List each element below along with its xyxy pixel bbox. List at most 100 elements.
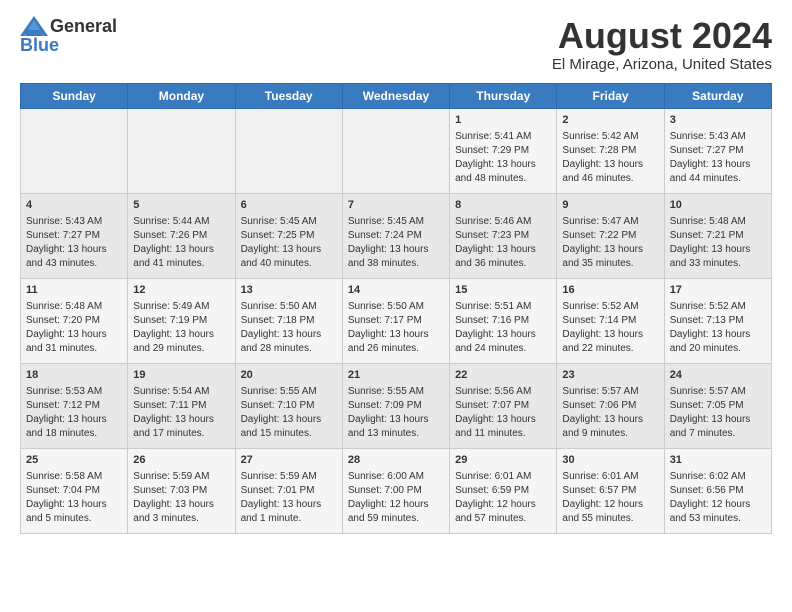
sunset-text: Sunset: 7:03 PM bbox=[133, 485, 207, 496]
daylight-text: Daylight: 13 hours and 43 minutes. bbox=[26, 244, 107, 269]
cell-w3-d5: 16 Sunrise: 5:52 AM Sunset: 7:14 PM Dayligh… bbox=[557, 278, 664, 363]
sunrise-text: Sunrise: 5:56 AM bbox=[455, 386, 531, 397]
sunset-text: Sunset: 7:22 PM bbox=[562, 230, 636, 241]
day-number: 23 bbox=[562, 368, 658, 383]
logo-general-text: General bbox=[50, 17, 117, 35]
sunrise-text: Sunrise: 5:58 AM bbox=[26, 471, 102, 482]
sunrise-text: Sunrise: 5:48 AM bbox=[26, 301, 102, 312]
sunrise-text: Sunrise: 6:00 AM bbox=[348, 471, 424, 482]
sunrise-text: Sunrise: 5:46 AM bbox=[455, 216, 531, 227]
day-number: 19 bbox=[133, 368, 229, 383]
cell-w2-d2: 6Sunrise: 5:45 AMSunset: 7:25 PMDaylight… bbox=[235, 193, 342, 278]
calendar-table: Sunday Monday Tuesday Wednesday Thursday… bbox=[20, 83, 772, 534]
sunset-text: Sunset: 7:01 PM bbox=[241, 485, 315, 496]
sunset-text: Sunset: 7:20 PM bbox=[26, 315, 100, 326]
day-number: 14 bbox=[348, 283, 444, 298]
daylight-text: Daylight: 13 hours and 26 minutes. bbox=[348, 329, 429, 354]
cell-w1-d0 bbox=[21, 108, 128, 193]
logo-blue-text: Blue bbox=[20, 36, 59, 54]
week-row-2: 4Sunrise: 5:43 AMSunset: 7:27 PMDaylight… bbox=[21, 193, 772, 278]
daylight-text: Daylight: 13 hours and 20 minutes. bbox=[670, 329, 751, 354]
cell-w3-d6: 17Sunrise: 5:52 AMSunset: 7:13 PMDayligh… bbox=[664, 278, 771, 363]
daylight-text: Daylight: 13 hours and 48 minutes. bbox=[455, 159, 536, 184]
cell-w2-d1: 5Sunrise: 5:44 AMSunset: 7:26 PMDaylight… bbox=[128, 193, 235, 278]
sunrise-text: Sunrise: 5:55 AM bbox=[241, 386, 317, 397]
sunset-text: Sunset: 7:16 PM bbox=[455, 315, 529, 326]
header-row: Sunday Monday Tuesday Wednesday Thursday… bbox=[21, 83, 772, 108]
daylight-text: Daylight: 13 hours and 15 minutes. bbox=[241, 414, 322, 439]
cell-w5-d2: 27Sunrise: 5:59 AMSunset: 7:01 PMDayligh… bbox=[235, 448, 342, 533]
sunrise-text: Sunrise: 5:52 AM bbox=[562, 301, 638, 312]
sunrise-text: Sunrise: 6:01 AM bbox=[455, 471, 531, 482]
header-saturday: Saturday bbox=[664, 83, 771, 108]
daylight-text: Daylight: 13 hours and 13 minutes. bbox=[348, 414, 429, 439]
daylight-text: Daylight: 12 hours and 53 minutes. bbox=[670, 499, 751, 524]
sunrise-text: Sunrise: 5:45 AM bbox=[241, 216, 317, 227]
calendar-body: 1Sunrise: 5:41 AMSunset: 7:29 PMDaylight… bbox=[21, 108, 772, 533]
header-wednesday: Wednesday bbox=[342, 83, 449, 108]
sunrise-text: Sunrise: 5:59 AM bbox=[133, 471, 209, 482]
sunset-text: Sunset: 7:21 PM bbox=[670, 230, 744, 241]
sunset-text: Sunset: 7:12 PM bbox=[26, 400, 100, 411]
cell-w3-d1: 12Sunrise: 5:49 AMSunset: 7:19 PMDayligh… bbox=[128, 278, 235, 363]
sunrise-text: Sunrise: 5:49 AM bbox=[133, 301, 209, 312]
sunset-text: Sunset: 6:56 PM bbox=[670, 485, 744, 496]
day-number: 21 bbox=[348, 368, 444, 383]
sunrise-text: Sunrise: 5:50 AM bbox=[241, 301, 317, 312]
daylight-text: Daylight: 13 hours and 35 minutes. bbox=[562, 244, 643, 269]
daylight-text: Daylight: 13 hours and 1 minute. bbox=[241, 499, 322, 524]
day-number: 1 bbox=[455, 113, 551, 128]
sunset-text: Sunset: 6:59 PM bbox=[455, 485, 529, 496]
sunset-text: Sunset: 7:27 PM bbox=[26, 230, 100, 241]
day-number: 28 bbox=[348, 453, 444, 468]
sunrise-text: Sunrise: 5:57 AM bbox=[670, 386, 746, 397]
cell-w3-d0: 11Sunrise: 5:48 AMSunset: 7:20 PMDayligh… bbox=[21, 278, 128, 363]
sunrise-text: Sunrise: 5:59 AM bbox=[241, 471, 317, 482]
sunset-text: Sunset: 7:29 PM bbox=[455, 145, 529, 156]
cell-w5-d1: 26Sunrise: 5:59 AMSunset: 7:03 PMDayligh… bbox=[128, 448, 235, 533]
week-row-5: 25Sunrise: 5:58 AMSunset: 7:04 PMDayligh… bbox=[21, 448, 772, 533]
cell-w4-d4: 22Sunrise: 5:56 AMSunset: 7:07 PMDayligh… bbox=[450, 363, 557, 448]
day-number: 26 bbox=[133, 453, 229, 468]
daylight-text: Daylight: 13 hours and 17 minutes. bbox=[133, 414, 214, 439]
cell-w5-d3: 28 Sunrise: 6:00 AM Sunset: 7:00 PM Dayligh… bbox=[342, 448, 449, 533]
daylight-text: Daylight: 13 hours and 36 minutes. bbox=[455, 244, 536, 269]
sunset-text: Sunset: 7:27 PM bbox=[670, 145, 744, 156]
daylight-text: Daylight: 13 hours and 22 minutes. bbox=[562, 329, 643, 354]
sunrise-text: Sunrise: 5:43 AM bbox=[26, 216, 102, 227]
cell-w5-d6: 31Sunrise: 6:02 AMSunset: 6:56 PMDayligh… bbox=[664, 448, 771, 533]
sunset-text: Sunset: 7:18 PM bbox=[241, 315, 315, 326]
sunrise-text: Sunrise: 5:53 AM bbox=[26, 386, 102, 397]
sunrise-text: Sunrise: 5:43 AM bbox=[670, 131, 746, 142]
day-number: 16 bbox=[562, 283, 658, 298]
day-number: 2 bbox=[562, 113, 658, 128]
daylight-text: Daylight: 13 hours and 5 minutes. bbox=[26, 499, 107, 524]
cell-w5-d0: 25Sunrise: 5:58 AMSunset: 7:04 PMDayligh… bbox=[21, 448, 128, 533]
sunrise-text: Sunrise: 6:02 AM bbox=[670, 471, 746, 482]
sunset-text: Sunset: 7:06 PM bbox=[562, 400, 636, 411]
cell-w4-d6: 24Sunrise: 5:57 AMSunset: 7:05 PMDayligh… bbox=[664, 363, 771, 448]
sunset-text: Sunset: 7:28 PM bbox=[562, 145, 636, 156]
cell-w2-d3: 7Sunrise: 5:45 AMSunset: 7:24 PMDaylight… bbox=[342, 193, 449, 278]
sunrise-text: Sunrise: 5:54 AM bbox=[133, 386, 209, 397]
cell-w3-d3: 14Sunrise: 5:50 AMSunset: 7:17 PMDayligh… bbox=[342, 278, 449, 363]
day-number: 25 bbox=[26, 453, 122, 468]
daylight-text: Daylight: 12 hours and 59 minutes. bbox=[348, 499, 429, 524]
daylight-text: Daylight: 13 hours and 38 minutes. bbox=[348, 244, 429, 269]
day-number: 30 bbox=[562, 453, 658, 468]
daylight-text: Daylight: 13 hours and 44 minutes. bbox=[670, 159, 751, 184]
header-thursday: Thursday bbox=[450, 83, 557, 108]
cell-w3-d4: 15Sunrise: 5:51 AMSunset: 7:16 PMDayligh… bbox=[450, 278, 557, 363]
cell-w2-d6: 10Sunrise: 5:48 AMSunset: 7:21 PMDayligh… bbox=[664, 193, 771, 278]
cell-w4-d3: 21Sunrise: 5:55 AMSunset: 7:09 PMDayligh… bbox=[342, 363, 449, 448]
sunrise-text: Sunrise: 5:42 AM bbox=[562, 131, 638, 142]
sunset-text: Sunset: 6:57 PM bbox=[562, 485, 636, 496]
title-area: August 2024 El Mirage, Arizona, United S… bbox=[552, 16, 772, 73]
day-number: 18 bbox=[26, 368, 122, 383]
day-number: 9 bbox=[562, 198, 658, 213]
sunset-text: Sunset: 7:14 PM bbox=[562, 315, 636, 326]
sunset-text: Sunset: 7:00 PM bbox=[348, 485, 422, 496]
header-monday: Monday bbox=[128, 83, 235, 108]
sunset-text: Sunset: 7:09 PM bbox=[348, 400, 422, 411]
day-number: 20 bbox=[241, 368, 337, 383]
